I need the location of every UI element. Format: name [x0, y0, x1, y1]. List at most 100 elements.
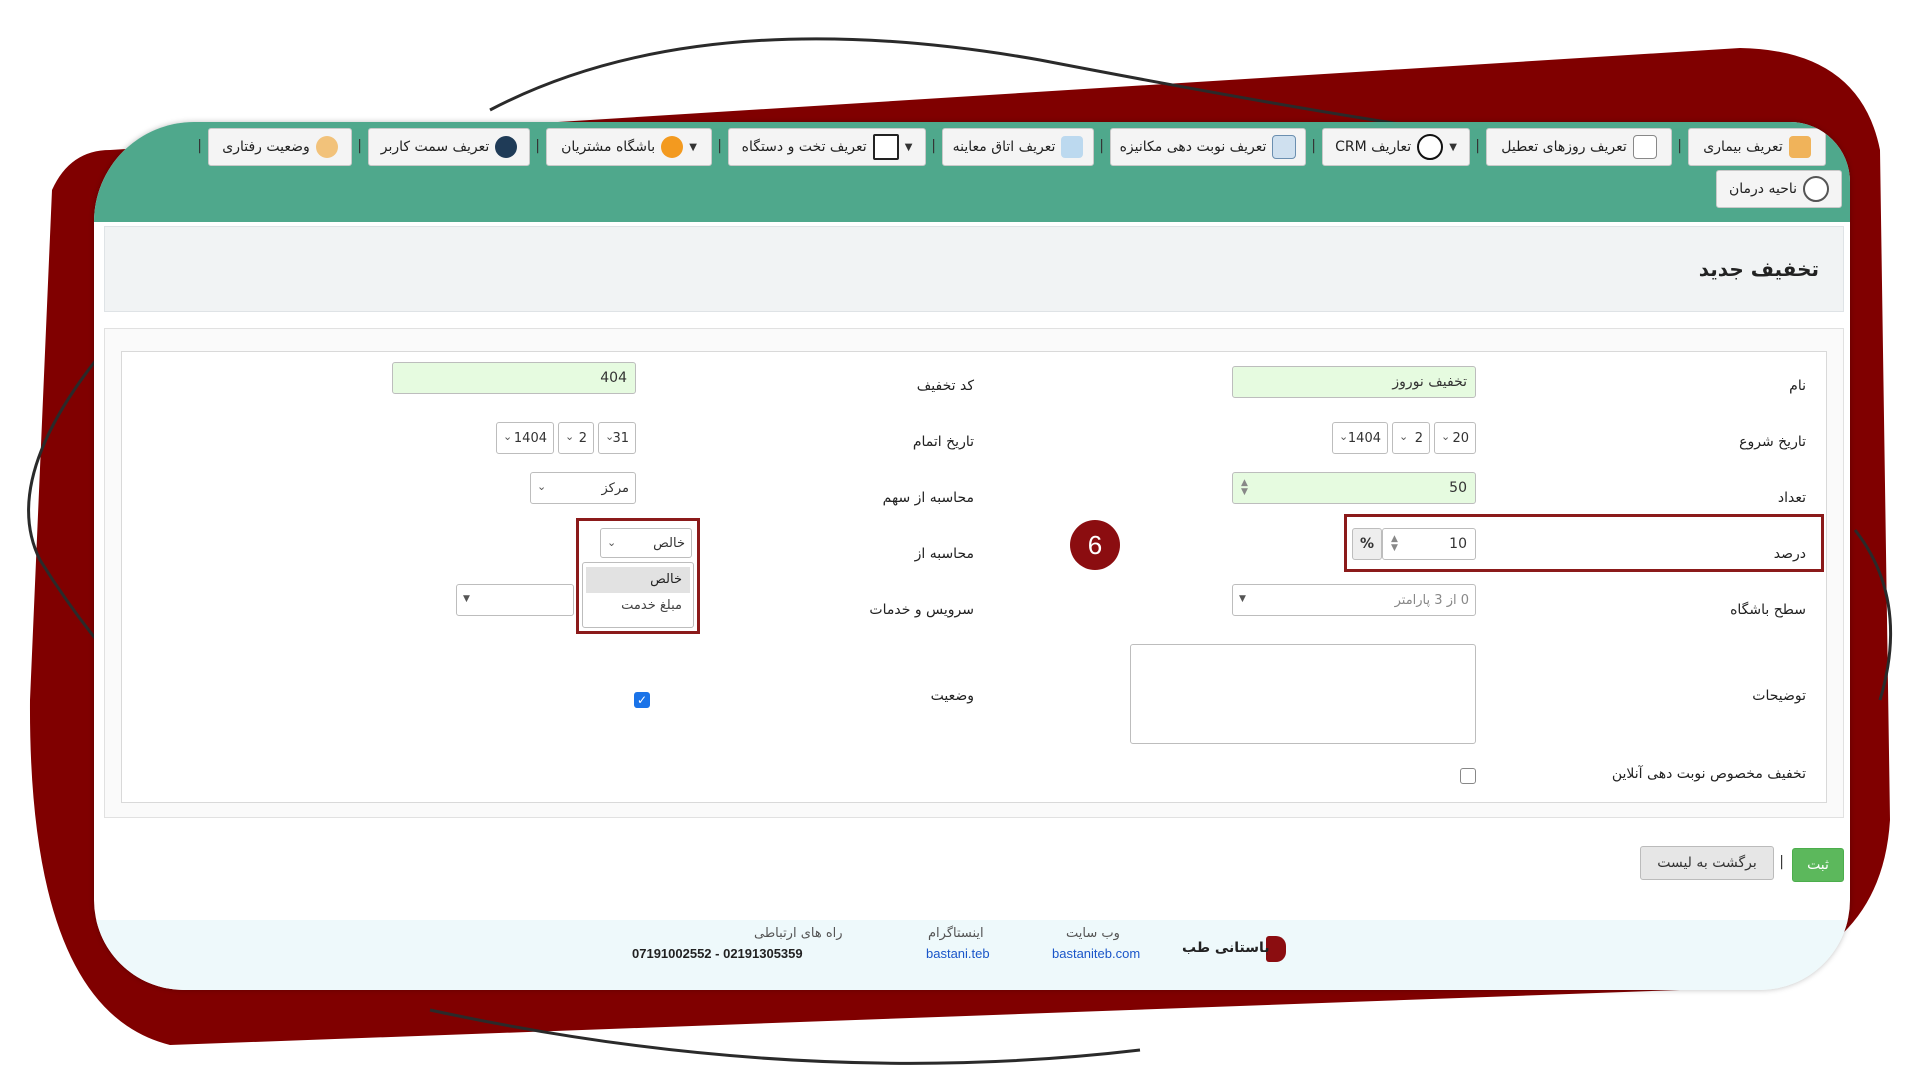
toolbar-item-user-role[interactable]: تعریف سمت کاربر	[368, 128, 530, 166]
toolbar-separator: |	[1475, 138, 1480, 154]
app-window: تعریف بیماری | تعریف روزهای تعطیل | ▼ تع…	[94, 122, 1850, 990]
group-icon	[661, 136, 684, 158]
start-month-select[interactable]: 2 ⌄	[1392, 422, 1430, 454]
actions-separator: |	[1779, 854, 1784, 870]
description-label: توضیحات	[1752, 688, 1806, 704]
doctor-icon	[1788, 136, 1811, 158]
chevron-down-icon: ▼	[463, 594, 470, 604]
percent-unit-addon: %	[1352, 528, 1382, 560]
start-day-value: 20	[1452, 430, 1469, 446]
website-link[interactable]: bastaniteb.com	[1052, 946, 1140, 961]
toolbar-item-treatment-area[interactable]: ناحیه درمان	[1716, 170, 1842, 208]
toolbar-item-label: تعریف نوبت دهی مکانیزه	[1119, 139, 1267, 155]
percent-input[interactable]: 10 ▲ ▼	[1382, 528, 1476, 560]
toolbar-separator: |	[357, 138, 362, 154]
user-icon	[495, 136, 518, 158]
percent-unit: %	[1359, 536, 1375, 552]
calc-from-label: محاسبه از	[914, 546, 974, 562]
toolbar-separator: |	[1677, 138, 1682, 154]
chevron-down-icon: ⌄	[1339, 430, 1349, 443]
toolbar-item-label: ناحیه درمان	[1728, 181, 1798, 197]
online-only-checkbox[interactable]	[1460, 768, 1476, 784]
toolbar-item-label: وضعیت رفتاری	[222, 139, 310, 155]
toolbar-item-label: تعریف روزهای تعطیل	[1501, 139, 1627, 155]
toolbar-item-auto-scheduling[interactable]: تعریف نوبت دهی مکانیزه	[1110, 128, 1306, 166]
discount-form: نام تخفیف نوروز کد تخفیف 404 تاریخ شروع …	[121, 351, 1827, 803]
calc-from-value: خالص	[653, 535, 685, 551]
monitor-icon	[1272, 135, 1297, 159]
crm-icon	[1417, 134, 1444, 160]
end-date-label: تاریخ اتمام	[912, 434, 974, 450]
percent-value: 10	[1449, 536, 1467, 552]
toolbar-item-label: تعاریف CRM	[1335, 139, 1412, 155]
toolbar-item-exam-room[interactable]: تعریف اتاق معاینه	[942, 128, 1094, 166]
toolbar-item-label: تعریف بیماری	[1703, 139, 1783, 155]
page-title: تخفیف جدید	[1698, 257, 1819, 281]
end-month-value: 2	[578, 430, 587, 446]
back-to-list-button[interactable]: برگشت به لیست	[1640, 846, 1774, 880]
submit-button[interactable]: ثبت	[1792, 848, 1844, 882]
share-calc-value: مرکز	[601, 480, 630, 496]
chevron-down-icon: ▼	[689, 141, 697, 153]
status-checkbox[interactable]: ✓	[634, 692, 650, 708]
chevron-down-icon: ⌄	[537, 480, 547, 493]
contact-label: راه های ارتباطی	[754, 926, 843, 941]
status-label: وضعیت	[930, 688, 974, 704]
exam-room-icon	[1061, 136, 1084, 158]
end-month-select[interactable]: 2 ⌄	[558, 422, 594, 454]
form-panel: نام تخفیف نوروز کد تخفیف 404 تاریخ شروع …	[104, 328, 1844, 818]
chevron-down-icon: ⌄	[605, 430, 615, 443]
count-input[interactable]: 50 ▲ ▼	[1232, 472, 1476, 504]
checklist-icon	[872, 134, 899, 160]
club-level-placeholder: 0 از 3 پارامتر	[1394, 592, 1469, 608]
stepper-icon[interactable]: ▲ ▼	[1391, 535, 1398, 553]
discount-code-label: کد تخفیف	[916, 378, 974, 394]
description-textarea[interactable]	[1130, 644, 1476, 744]
services-label: سرویس و خدمات	[869, 602, 974, 618]
step-badge: 6	[1070, 520, 1120, 570]
head-gear-icon	[315, 136, 338, 158]
chevron-down-icon: ⌄	[1441, 430, 1451, 443]
toolbar-item-define-disease[interactable]: تعریف بیماری	[1688, 128, 1826, 166]
toolbar-separator: |	[931, 138, 936, 154]
chevron-down-icon: ▼	[1239, 594, 1246, 604]
stepper-icon[interactable]: ▲ ▼	[1241, 479, 1248, 497]
services-select[interactable]: ▼	[456, 584, 574, 616]
toolbar-item-label: باشگاه مشتریان	[561, 139, 656, 155]
toolbar-item-bed-device[interactable]: ▼ تعریف تخت و دستگاه	[728, 128, 926, 166]
toolbar-item-label: تعریف اتاق معاینه	[952, 139, 1056, 155]
toolbar-item-crm-definitions[interactable]: ▼ تعاریف CRM	[1322, 128, 1470, 166]
club-level-select[interactable]: 0 از 3 پارامتر ▼	[1232, 584, 1476, 616]
toolbar-separator: |	[717, 138, 722, 154]
instagram-link[interactable]: bastani.teb	[926, 946, 990, 961]
count-value: 50	[1449, 480, 1467, 496]
chevron-down-icon: ⌄	[503, 430, 513, 443]
start-date-label: تاریخ شروع	[1739, 434, 1806, 450]
toolbar-item-behavior-status[interactable]: وضعیت رفتاری	[208, 128, 352, 166]
toolbar-item-customer-club[interactable]: ▼ باشگاه مشتریان	[546, 128, 712, 166]
start-day-select[interactable]: 20 ⌄	[1434, 422, 1476, 454]
toolbar-separator: |	[1099, 138, 1104, 154]
calc-from-option-service-amount[interactable]: مبلغ خدمت	[586, 593, 690, 619]
start-year-select[interactable]: 1404 ⌄	[1332, 422, 1388, 454]
calc-from-option-net[interactable]: خالص	[586, 567, 690, 593]
toolbar-separator: |	[535, 138, 540, 154]
instagram-label: اینستاگرام	[928, 926, 984, 941]
calc-from-select[interactable]: خالص ⌄	[600, 528, 692, 558]
footer: باستانی طب وب سایت bastaniteb.com اینستا…	[94, 920, 1850, 990]
contact-phones: 07191002552 - 02191305359	[632, 946, 803, 961]
toolbar-item-define-holidays[interactable]: تعریف روزهای تعطیل	[1486, 128, 1672, 166]
toolbar-separator: |	[1311, 138, 1316, 154]
toolbar-item-label: تعریف سمت کاربر	[380, 139, 490, 155]
end-day-select[interactable]: 31 ⌄	[598, 422, 636, 454]
share-calc-label: محاسبه از سهم	[882, 490, 974, 506]
end-year-select[interactable]: 1404 ⌄	[496, 422, 554, 454]
share-calc-select[interactable]: مرکز ⌄	[530, 472, 636, 504]
top-toolbar: تعریف بیماری | تعریف روزهای تعطیل | ▼ تع…	[94, 122, 1850, 222]
discount-code-input[interactable]: 404	[392, 362, 636, 394]
club-level-label: سطح باشگاه	[1730, 602, 1806, 618]
chevron-down-icon: ▼	[904, 141, 913, 153]
website-label: وب سایت	[1066, 926, 1120, 941]
name-label: نام	[1789, 378, 1806, 394]
name-input[interactable]: تخفیف نوروز	[1232, 366, 1476, 398]
